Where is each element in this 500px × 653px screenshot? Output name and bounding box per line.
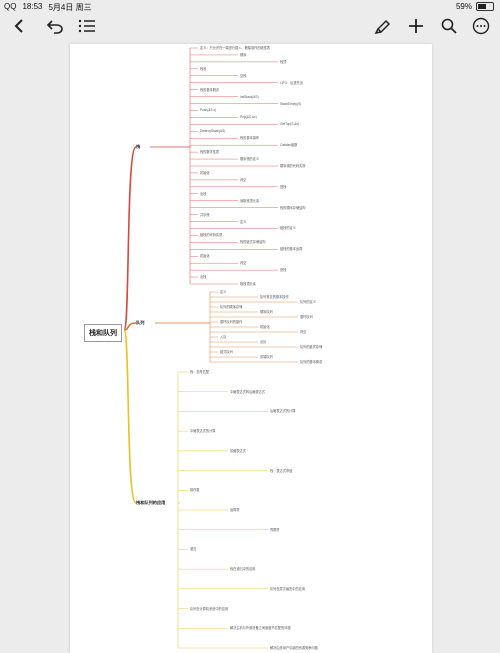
time-label: 18:53 — [22, 2, 43, 11]
mindmap-node[interactable]: DestroyStack(&S) — [200, 129, 225, 133]
mindmap-node[interactable]: 判空 — [240, 261, 246, 265]
mindmap-node[interactable]: 进栈 — [280, 268, 286, 272]
mindmap-node[interactable]: 出栈 — [200, 275, 206, 279]
mindmap-node[interactable]: 栈的数学性质 — [200, 150, 219, 154]
battery-percent: 59% — [455, 2, 472, 11]
mindmap-node[interactable]: 循环队列 — [300, 315, 313, 319]
mindmap-node[interactable]: 中缀表达式的计算 — [190, 429, 216, 433]
mindmap-node[interactable]: 判空 — [240, 178, 246, 182]
mindmap-node[interactable]: 链栈的基本运算 — [280, 247, 302, 251]
mindmap-node[interactable]: InitStack(&S) — [240, 95, 259, 99]
mindmap-node[interactable]: 顺序队列 — [260, 310, 273, 314]
mindmap-root[interactable]: 栈和队列 — [84, 324, 122, 342]
chevron-left-icon[interactable] — [8, 15, 30, 37]
mindmap-node[interactable]: 队列的顺序存储 — [220, 305, 242, 309]
mindmap-node[interactable]: 前缀表达式 — [230, 449, 246, 453]
mindmap-node[interactable]: Push(&S,x) — [200, 108, 216, 112]
mindmap-node[interactable]: 定义：只允许在一端进行插入、删除操作的线性表 — [200, 46, 270, 50]
mindmap-node[interactable]: 队列在层次遍历中的应用 — [270, 587, 305, 591]
mindmap-node[interactable]: 操作数 — [190, 488, 200, 492]
mindmap-node[interactable]: 中缀表达式转后缀表达式 — [230, 390, 265, 394]
mindmap-node[interactable]: 栈的链式存储结构 — [240, 240, 266, 244]
mindmap-node[interactable]: 链式队列 — [220, 350, 233, 354]
mindmap-node[interactable]: 循环队列的操作 — [220, 320, 242, 324]
mindmap-node[interactable]: LIFO：后进先出 — [280, 81, 303, 85]
mindmap-node[interactable]: 初始化 — [260, 325, 270, 329]
mindmap-node[interactable]: 栈：括号匹配 — [190, 370, 209, 374]
mindmap-node[interactable]: 定义 — [240, 220, 246, 224]
toolbar — [0, 13, 500, 39]
mindmap-node[interactable]: 栈：表达式求值 — [270, 469, 292, 473]
plus-icon[interactable] — [405, 15, 427, 37]
mindmap-node[interactable]: 栈的基本概念 — [200, 88, 219, 92]
mindmap-node[interactable]: 队列的定义 — [300, 300, 316, 304]
mindmap-node[interactable]: 双端队列 — [260, 355, 273, 359]
mindmap-node[interactable]: StackEmpty(S) — [280, 102, 301, 106]
mindmap-node[interactable]: GetTop(S,&x) — [280, 122, 299, 126]
mindmap-node[interactable]: 栈的顺序存储结构 — [280, 206, 306, 210]
mindmap-node[interactable]: 递归 — [190, 547, 196, 551]
mindmap-node[interactable]: 顺序栈的代码实现 — [280, 164, 306, 168]
mindmap-node[interactable]: 链栈的代码实现 — [200, 233, 222, 237]
mindmap-node[interactable]: 读取栈顶元素 — [240, 199, 259, 203]
mindmap-node[interactable]: Pop(&S,&x) — [240, 115, 257, 119]
mindmap-node[interactable]: 顺序栈的定义 — [240, 157, 259, 161]
search-icon[interactable] — [438, 15, 460, 37]
mindmap-node[interactable]: 栈顶 — [280, 60, 286, 64]
mindmap-node[interactable]: 空栈 — [240, 74, 246, 78]
mindmap-node[interactable]: 出队 — [260, 340, 266, 344]
mindmap-page[interactable]: 栈和队列 栈 队列 栈和队列的应用 定义：只允许在一端进行插入、删除操作的线性表… — [70, 44, 432, 653]
mindmap-node[interactable]: 队列的链式存储 — [300, 345, 322, 349]
branch-stack[interactable]: 栈 — [136, 144, 140, 150]
mindmap-node[interactable]: 判空 — [300, 330, 306, 334]
mindmap-node[interactable]: 栈在递归中的应用 — [230, 567, 256, 571]
mindmap-node[interactable]: 界限符 — [270, 528, 280, 532]
battery-icon — [476, 2, 494, 11]
mindmap-node[interactable]: 队列在计算机系统中的应用 — [190, 607, 228, 611]
highlighter-icon[interactable] — [372, 15, 394, 37]
mindmap-node[interactable]: 入队 — [220, 335, 226, 339]
mindmap-node[interactable]: 定义 — [220, 290, 226, 294]
status-bar: QQ 18:53 5月4日 周三 59% — [0, 0, 500, 13]
mindmap-node[interactable]: 共享栈 — [200, 213, 210, 217]
mindmap-node[interactable]: 顺序 — [240, 53, 246, 57]
branch-application[interactable]: 栈和队列的应用 — [136, 500, 165, 506]
mindmap-node[interactable]: 进栈 — [280, 185, 286, 189]
mindmap-node[interactable]: 栈底 — [200, 67, 206, 71]
mindmap-node[interactable]: 解决由多用户引起的资源竞争问题 — [270, 646, 318, 650]
mindmap-node[interactable]: 后缀表达式的计算 — [270, 409, 296, 413]
connector-line — [123, 146, 137, 331]
mindmap-node[interactable]: Catalan函数 — [280, 143, 297, 147]
mindmap-node[interactable]: 链栈的定义 — [280, 226, 296, 230]
mindmap-node[interactable]: 栈的基本操作 — [240, 136, 259, 140]
mindmap-node[interactable]: 出栈 — [200, 192, 206, 196]
date-label: 5月4日 周三 — [48, 3, 92, 12]
connector-line — [123, 329, 137, 504]
mindmap-node[interactable]: 初始化 — [200, 254, 210, 258]
mindmap-node[interactable]: 运算符 — [230, 508, 240, 512]
battery-fill — [478, 4, 486, 9]
mindmap-node[interactable]: 初始化 — [200, 171, 210, 175]
mindmap-node[interactable]: 解决主机与外部设备之间速度不匹配的问题 — [230, 626, 291, 630]
list-icon[interactable] — [76, 15, 98, 37]
more-icon[interactable] — [470, 15, 492, 37]
undo-icon[interactable] — [44, 15, 66, 37]
mindmap-node[interactable]: 队列常见的基本操作 — [260, 295, 289, 299]
branch-queue[interactable]: 队列 — [136, 320, 144, 326]
carrier-label: QQ — [4, 2, 17, 11]
mindmap-node[interactable]: 取栈顶元素 — [240, 282, 256, 286]
mindmap-node[interactable]: 队列的基本概念 — [300, 360, 322, 364]
